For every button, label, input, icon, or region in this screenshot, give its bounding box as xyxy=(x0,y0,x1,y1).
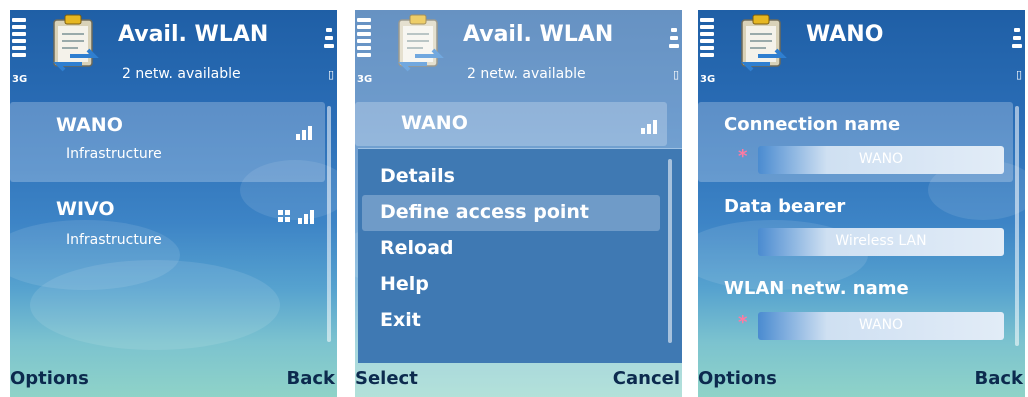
connection-name-field[interactable]: WANO xyxy=(758,146,1004,174)
required-marker: * xyxy=(738,312,748,333)
screen-options-menu: 3G Avail. WLAN 2 netw. available ▯ WANO … xyxy=(355,10,682,397)
softkey-bar: Options Back xyxy=(10,363,337,397)
network-mode: Infrastructure xyxy=(66,146,162,162)
network-type-label: 3G xyxy=(700,74,716,85)
options-softkey[interactable]: Options xyxy=(10,368,89,389)
screen-available-wlan: 3G Avail. WLAN 2 netw. available ▯ WANO … xyxy=(10,10,337,397)
menu-item-reload[interactable]: Reload xyxy=(380,237,454,259)
background-decoration xyxy=(30,260,280,350)
wlan-wizard-app-icon xyxy=(741,14,787,72)
required-marker: * xyxy=(738,146,748,167)
setting-connection-name[interactable]: Connection name * WANO xyxy=(698,102,1013,182)
menu-item-exit[interactable]: Exit xyxy=(380,309,421,331)
field-value: Wireless LAN xyxy=(835,233,927,249)
battery-base-icon: ▯ xyxy=(327,68,334,81)
field-label: Data bearer xyxy=(724,196,846,217)
menu-scrollbar[interactable] xyxy=(668,159,672,343)
setting-wlan-network-name[interactable]: WLAN netw. name * WANO xyxy=(698,268,1013,348)
back-softkey[interactable]: Back xyxy=(974,368,1023,389)
signal-strength-icon xyxy=(12,18,26,70)
network-mode: Infrastructure xyxy=(66,232,162,248)
scrollbar[interactable] xyxy=(327,106,331,342)
network-name: WANO xyxy=(56,114,123,136)
list-item-wano[interactable]: WANO Infrastructure xyxy=(10,102,325,182)
softkey-bar: Options Back xyxy=(698,363,1025,397)
screen-access-point-settings: 3G WANO ▯ Connection name * WANO Data be… xyxy=(698,10,1025,397)
network-name: WIVO xyxy=(56,198,115,220)
options-softkey[interactable]: Options xyxy=(698,368,777,389)
scrollbar[interactable] xyxy=(1015,106,1019,346)
cancel-softkey[interactable]: Cancel xyxy=(613,368,680,389)
field-value: WANO xyxy=(858,151,904,167)
secured-wlan-signal-icon xyxy=(278,210,314,224)
field-value: WANO xyxy=(858,317,904,333)
list-item-wivo[interactable]: WIVO Infrastructure xyxy=(10,186,325,266)
data-bearer-field[interactable]: Wireless LAN xyxy=(758,228,1004,256)
status-pane: 3G Avail. WLAN 2 netw. available ▯ xyxy=(10,10,337,102)
menu-item-details[interactable]: Details xyxy=(380,165,455,187)
back-softkey[interactable]: Back xyxy=(286,368,335,389)
network-type-label: 3G xyxy=(12,74,28,85)
battery-base-icon: ▯ xyxy=(1015,68,1022,81)
softkey-bar: Select Cancel xyxy=(355,363,682,397)
status-pane: 3G WANO ▯ xyxy=(698,10,1025,102)
select-softkey[interactable]: Select xyxy=(355,368,418,389)
page-title: Avail. WLAN xyxy=(118,22,269,47)
field-label: Connection name xyxy=(724,114,901,135)
signal-strength-icon xyxy=(700,18,714,70)
menu-item-help[interactable]: Help xyxy=(380,273,429,295)
menu-item-define-access-point[interactable]: Define access point xyxy=(380,201,589,223)
options-menu-popup: Details Define access point Reload Help … xyxy=(358,148,682,363)
page-subtitle: 2 netw. available xyxy=(122,66,241,82)
field-label: WLAN netw. name xyxy=(724,278,909,299)
wlan-wizard-app-icon xyxy=(53,14,99,72)
page-title: WANO xyxy=(806,22,884,47)
wlan-network-name-field[interactable]: WANO xyxy=(758,312,1004,340)
wlan-signal-icon xyxy=(296,126,312,140)
setting-data-bearer[interactable]: Data bearer Wireless LAN xyxy=(698,186,1013,266)
